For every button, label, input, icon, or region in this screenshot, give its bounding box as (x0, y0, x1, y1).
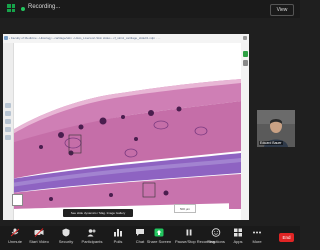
viewer-right-toolbar (241, 43, 249, 220)
fullscreen-icon[interactable] (5, 135, 11, 140)
pause-stop-recording-button[interactable]: Pause/Stop Recording (175, 228, 216, 248)
shared-screen: ‹ Faculty of Medicine › Histology › cart… (3, 34, 249, 220)
share-screen-button[interactable]: Share Screen (145, 228, 173, 248)
scale-bar: 500 μm (174, 204, 196, 213)
end-meeting-button[interactable]: End (279, 233, 294, 242)
meeting-toolbar: Unmute Start Video Security Participants… (0, 226, 300, 250)
video-camera-icon (34, 228, 44, 237)
participants-button[interactable]: Participants (78, 228, 106, 248)
annotation-tool-icon[interactable] (243, 51, 248, 57)
polls-icon (114, 229, 122, 237)
share-screen-label: Share Screen (146, 239, 172, 244)
microphone-icon (10, 228, 20, 237)
end-label: End (282, 235, 291, 240)
chat-icon (136, 229, 144, 236)
share-screen-icon (154, 228, 164, 237)
zoom-out-icon[interactable] (5, 111, 11, 116)
more-icon (253, 231, 261, 234)
reactions-icon (211, 228, 221, 237)
more-button[interactable]: More (243, 228, 271, 248)
more-label: More (252, 239, 262, 244)
meeting-info-icon[interactable] (7, 4, 15, 12)
view-button-label: View (276, 7, 288, 13)
breadcrumb[interactable]: ‹ Faculty of Medicine › Histology › cart… (9, 36, 161, 40)
participants-icon (87, 229, 96, 237)
pause-stop-recording-label: Pause/Stop Recording (175, 239, 216, 244)
home-icon[interactable] (4, 36, 8, 40)
slide-annotation-text: See slide dynamics / Mag. Image Gallery (70, 211, 126, 215)
histology-slide-image[interactable] (11, 43, 241, 220)
rotate-icon[interactable] (5, 127, 11, 132)
security-button[interactable]: Security (52, 228, 80, 248)
meeting-top-bar: Recording... View (0, 0, 300, 18)
participant-video-tile[interactable]: Eduard Bauer (257, 110, 295, 147)
security-shield-icon (62, 228, 70, 237)
scale-bar-text: 500 μm (179, 206, 191, 211)
participants-label: Participants (81, 239, 103, 244)
start-video-button[interactable]: Start Video (25, 228, 53, 248)
security-label: Security (58, 239, 74, 244)
pause-recording-icon (186, 229, 192, 236)
apps-icon (234, 228, 242, 237)
start-video-label: Start Video (29, 239, 49, 244)
navigator-thumbnail[interactable] (12, 194, 23, 206)
recording-indicator-icon (21, 7, 25, 11)
view-button[interactable]: View (270, 4, 294, 16)
recording-status[interactable]: Recording... (28, 4, 60, 10)
slide-annotation-caption: See slide dynamics / Mag. Image Gallery (63, 209, 133, 217)
home-view-icon[interactable] (5, 119, 11, 124)
layers-icon[interactable] (243, 60, 248, 66)
participant-name: Eduard Bauer (259, 141, 283, 145)
zoom-in-icon[interactable] (5, 103, 11, 108)
menu-icon[interactable] (243, 36, 247, 40)
